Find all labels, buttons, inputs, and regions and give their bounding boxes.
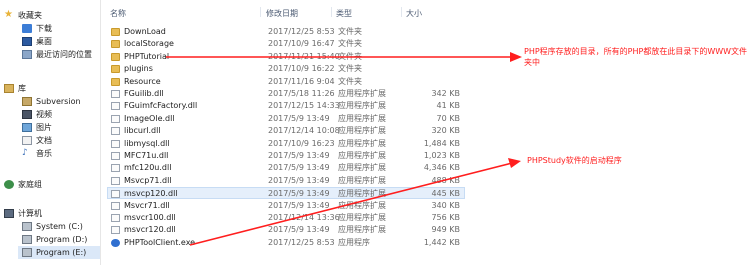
arrow-line-phptoolclient	[189, 162, 513, 246]
annotation-arrows	[166, 52, 522, 246]
annotation-phptutorial: PHP程序存放的目录，所有的PHP都放在此目录下的WWW文件夹中	[524, 47, 748, 67]
arrowhead-phptutorial	[510, 52, 522, 62]
arrowhead-phptoolclient	[508, 158, 521, 168]
annotation-phptoolclient: PHPStudy软件的启动程序	[527, 156, 622, 165]
